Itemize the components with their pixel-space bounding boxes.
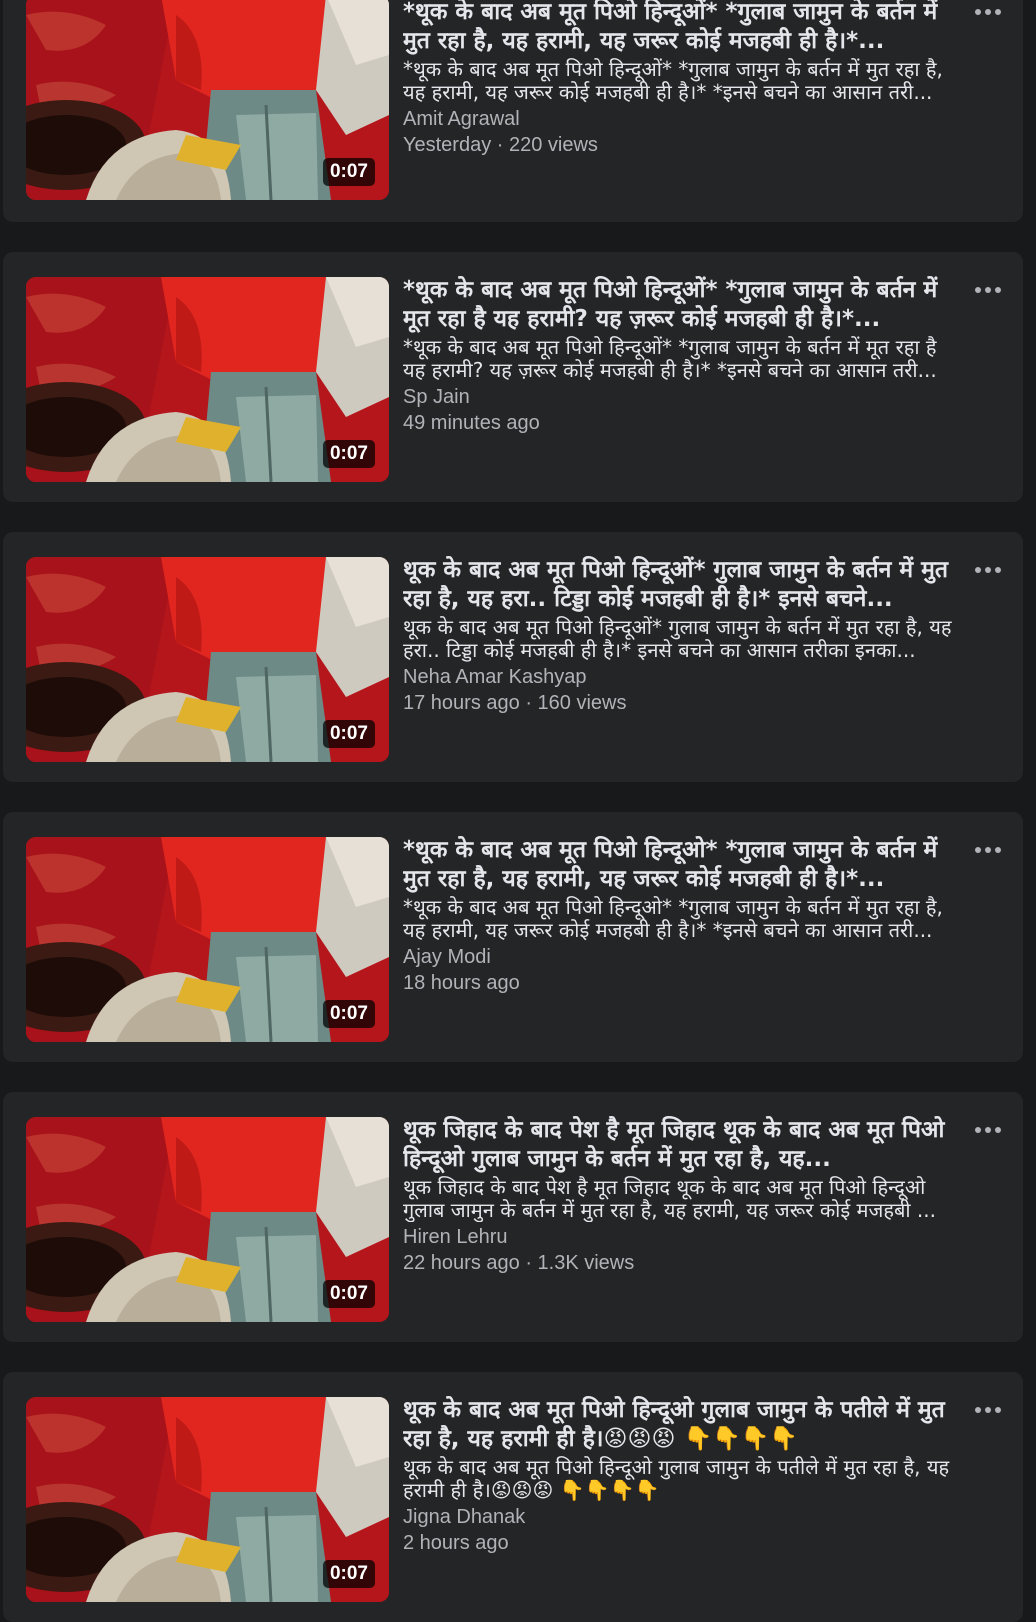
video-title[interactable]: *थूक के बाद अब मूत पिओ हिन्दूओ* *गुलाब ज… bbox=[403, 836, 961, 894]
video-title[interactable]: थूक जिहाद के बाद पेश है मूत जिहाद थूक के… bbox=[403, 1116, 961, 1174]
dot bbox=[975, 287, 981, 293]
more-options-icon[interactable] bbox=[968, 1395, 1008, 1425]
dot bbox=[975, 9, 981, 15]
video-meta: 2 hours ago bbox=[403, 1532, 509, 1554]
dot bbox=[975, 847, 981, 853]
video-info: *थूक के बाद अब मूत पिओ हिन्दूओ* *गुलाब ज… bbox=[403, 836, 961, 996]
video-duration: 0:07 bbox=[322, 1000, 375, 1028]
video-thumbnail[interactable]: 0:07 bbox=[26, 837, 389, 1042]
video-duration: 0:07 bbox=[322, 440, 375, 468]
video-meta: 49 minutes ago bbox=[403, 412, 540, 434]
video-info: थूक के बाद अब मूत पिओ हिन्दूओ गुलाब जामु… bbox=[403, 1396, 961, 1556]
video-author[interactable]: Neha Amar Kashyap bbox=[403, 664, 961, 690]
video-title[interactable]: थूक के बाद अब मूत पिओ हिन्दूओं* गुलाब जा… bbox=[403, 556, 961, 614]
video-info: *थूक के बाद अब मूत पिओ हिन्दूओं* *गुलाब … bbox=[403, 0, 961, 158]
video-info: *थूक के बाद अब मूत पिओ हिन्दूओं* *गुलाब … bbox=[403, 276, 961, 436]
dot bbox=[995, 1407, 1001, 1413]
video-author[interactable]: Jigna Dhanak bbox=[403, 1504, 961, 1530]
video-title[interactable]: थूक के बाद अब मूत पिओ हिन्दूओ गुलाब जामु… bbox=[403, 1396, 961, 1454]
more-options-icon[interactable] bbox=[968, 835, 1008, 865]
more-options-icon[interactable] bbox=[968, 0, 1008, 27]
video-thumbnail[interactable]: 0:07 bbox=[26, 277, 389, 482]
dot bbox=[985, 9, 991, 15]
video-meta: 17 hours ago · 160 views bbox=[403, 692, 627, 714]
video-author[interactable]: Hiren Lehru bbox=[403, 1224, 961, 1250]
video-card[interactable]: 0:07 *थूक के बाद अब मूत पिओ हिन्दूओ* *गु… bbox=[3, 812, 1023, 1062]
video-card[interactable]: 0:07 थूक जिहाद के बाद पेश है मूत जिहाद थ… bbox=[3, 1092, 1023, 1342]
video-thumbnail[interactable]: 0:07 bbox=[26, 1397, 389, 1602]
video-description: *थूक के बाद अब मूत पिओ हिन्दूओ* *गुलाब ज… bbox=[403, 896, 943, 942]
video-description: थूक जिहाद के बाद पेश है मूत जिहाद थूक के… bbox=[403, 1176, 936, 1222]
dot bbox=[975, 1407, 981, 1413]
video-card[interactable]: 0:07 *थूक के बाद अब मूत पिओ हिन्दूओं* *ग… bbox=[3, 252, 1023, 502]
more-options-icon[interactable] bbox=[968, 1115, 1008, 1145]
video-author[interactable]: Amit Agrawal bbox=[403, 106, 961, 132]
video-title[interactable]: *थूक के बाद अब मूत पिओ हिन्दूओं* *गुलाब … bbox=[403, 0, 961, 56]
video-description: *थूक के बाद अब मूत पिओ हिन्दूओं* *गुलाब … bbox=[403, 336, 937, 382]
video-author[interactable]: Ajay Modi bbox=[403, 944, 961, 970]
dot bbox=[995, 1127, 1001, 1133]
video-meta: 22 hours ago · 1.3K views bbox=[403, 1252, 635, 1274]
video-duration: 0:07 bbox=[322, 1560, 375, 1588]
video-info: थूक जिहाद के बाद पेश है मूत जिहाद थूक के… bbox=[403, 1116, 961, 1276]
video-info: थूक के बाद अब मूत पिओ हिन्दूओं* गुलाब जा… bbox=[403, 556, 961, 716]
dot bbox=[985, 287, 991, 293]
video-thumbnail[interactable]: 0:07 bbox=[26, 0, 389, 200]
dot bbox=[995, 847, 1001, 853]
dot bbox=[985, 1407, 991, 1413]
dot bbox=[995, 9, 1001, 15]
video-thumbnail[interactable]: 0:07 bbox=[26, 557, 389, 762]
dot bbox=[985, 1127, 991, 1133]
dot bbox=[995, 567, 1001, 573]
video-card[interactable]: 0:07 थूक के बाद अब मूत पिओ हिन्दूओं* गुल… bbox=[3, 532, 1023, 782]
video-author[interactable]: Sp Jain bbox=[403, 384, 961, 410]
dot bbox=[975, 567, 981, 573]
video-meta: 18 hours ago bbox=[403, 972, 520, 994]
dot bbox=[995, 287, 1001, 293]
more-options-icon[interactable] bbox=[968, 555, 1008, 585]
video-thumbnail[interactable]: 0:07 bbox=[26, 1117, 389, 1322]
dot bbox=[985, 847, 991, 853]
video-title[interactable]: *थूक के बाद अब मूत पिओ हिन्दूओं* *गुलाब … bbox=[403, 276, 961, 334]
video-duration: 0:07 bbox=[322, 720, 375, 748]
video-meta: Yesterday · 220 views bbox=[403, 134, 598, 156]
video-card[interactable]: 0:07 *थूक के बाद अब मूत पिओ हिन्दूओं* *ग… bbox=[3, 0, 1023, 222]
more-options-icon[interactable] bbox=[968, 275, 1008, 305]
video-description: थूक के बाद अब मूत पिओ हिन्दूओ गुलाब जामु… bbox=[403, 1456, 950, 1502]
dot bbox=[975, 1127, 981, 1133]
video-duration: 0:07 bbox=[322, 158, 375, 186]
video-card[interactable]: 0:07 थूक के बाद अब मूत पिओ हिन्दूओ गुलाब… bbox=[3, 1372, 1023, 1622]
video-description: *थूक के बाद अब मूत पिओ हिन्दूओं* *गुलाब … bbox=[403, 58, 943, 104]
video-description: थूक के बाद अब मूत पिओ हिन्दूओं* गुलाब जा… bbox=[403, 616, 952, 662]
dot bbox=[985, 567, 991, 573]
video-duration: 0:07 bbox=[322, 1280, 375, 1308]
